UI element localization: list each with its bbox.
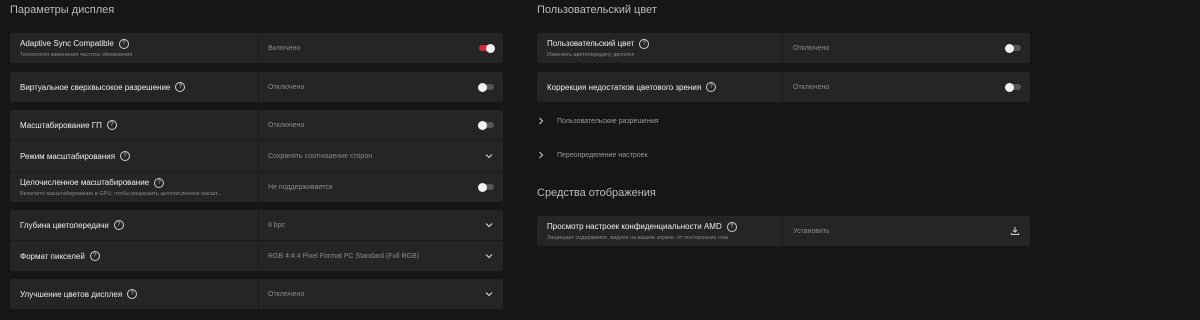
chevron-down-icon[interactable] — [485, 221, 493, 229]
color-depth-label: Глубина цветопередачи — [20, 220, 109, 230]
pixel-format-value: RGB 4:4:4 Pixel Format PC Standard (Full… — [268, 252, 419, 260]
adaptive-sync-card: Adaptive Sync Compatible? Технология изм… — [10, 33, 503, 63]
chevron-right-icon — [539, 117, 544, 125]
adaptive-sync-label-cell: Adaptive Sync Compatible? Технология изм… — [10, 33, 259, 63]
chevron-right-icon — [539, 151, 544, 159]
help-icon[interactable]: ? — [113, 220, 124, 230]
override-settings-link[interactable]: Переопределение настроек — [537, 151, 648, 159]
pixel-format-row[interactable]: Формат пикселей? RGB 4:4:4 Pixel Format … — [10, 241, 503, 271]
custom-color-card: Пользовательский цвет? Изменить цветопер… — [537, 33, 1030, 63]
toggle-knob — [486, 43, 495, 53]
custom-color-sub: Изменить цветопередачу дисплея — [547, 51, 635, 58]
color-correction-value: Отключено — [793, 83, 830, 91]
color-correction-label: Коррекция недостатков цветового зрения — [547, 82, 702, 92]
chevron-down-icon[interactable] — [485, 290, 493, 298]
scaling-mode-row[interactable]: Режим масштабирования? Сохранять соотнош… — [10, 141, 503, 171]
vsr-toggle[interactable] — [478, 82, 494, 92]
integer-scaling-value: Не поддерживается — [268, 183, 333, 191]
chevron-down-icon[interactable] — [485, 152, 493, 160]
privacy-view-label: Просмотр настроек конфиденциальности AMD — [547, 222, 722, 231]
toggle-knob — [478, 120, 487, 130]
help-icon[interactable]: ? — [89, 251, 100, 261]
integer-scaling-toggle[interactable] — [478, 182, 494, 192]
custom-color-section-title: Пользовательский цвет — [537, 4, 657, 16]
download-icon[interactable] — [1010, 226, 1020, 236]
pixel-format-label: Формат пикселей — [20, 251, 85, 261]
integer-scaling-sub: Включите масштабирование в GPU, чтобы ра… — [20, 190, 222, 197]
privacy-view-card: Просмотр настроек конфиденциальности AMD… — [537, 216, 1030, 246]
help-icon[interactable]: ? — [118, 38, 129, 49]
vsr-value: Отключено — [268, 83, 305, 91]
toggle-knob — [478, 82, 487, 92]
help-icon[interactable]: ? — [706, 82, 717, 92]
custom-resolutions-link[interactable]: Пользовательские разрешения — [537, 117, 659, 125]
help-icon[interactable]: ? — [154, 177, 165, 188]
integer-scaling-row: Целочисленное масштабирование? Включите … — [10, 172, 503, 202]
adaptive-sync-label: Adaptive Sync Compatible — [20, 39, 114, 48]
help-icon[interactable]: ? — [175, 82, 186, 92]
custom-color-label: Пользовательский цвет — [547, 39, 635, 48]
help-icon[interactable]: ? — [106, 120, 117, 130]
custom-color-toggle[interactable] — [1005, 43, 1021, 53]
help-icon[interactable]: ? — [127, 289, 138, 299]
color-correction-toggle[interactable] — [1005, 82, 1021, 92]
chevron-down-icon[interactable] — [485, 252, 493, 260]
color-enhance-value: Отключено — [268, 290, 305, 298]
help-icon[interactable]: ? — [639, 38, 650, 49]
scaling-mode-label: Режим масштабирования — [20, 151, 116, 161]
adaptive-sync-sub: Технология изменения частоты обновления — [20, 51, 133, 58]
privacy-view-sub: Защищает содержимое, видное на вашем экр… — [547, 234, 729, 241]
gpu-scaling-row: Масштабирование ГП? Отключено — [10, 110, 503, 140]
install-value[interactable]: Установить — [793, 216, 830, 246]
toggle-knob — [478, 182, 487, 192]
display-section-title: Параметры дисплея — [10, 4, 115, 16]
toggle-knob — [1005, 82, 1014, 92]
color-enhance-label: Улучшение цветов дисплея — [20, 289, 123, 299]
help-icon[interactable]: ? — [726, 221, 737, 232]
color-correction-card: Коррекция недостатков цветового зрения? … — [537, 72, 1030, 102]
color-enhance-card[interactable]: Улучшение цветов дисплея? Отключено — [10, 279, 503, 309]
color-format-card: Глубина цветопередачи? 8 bpc Формат пикс… — [10, 210, 503, 271]
adaptive-sync-value: Включено — [268, 44, 301, 52]
custom-resolutions-label: Пользовательские разрешения — [557, 117, 659, 125]
vsr-label: Виртуальное сверхвысокое разрешение — [20, 82, 171, 92]
gpu-scaling-toggle[interactable] — [478, 120, 494, 130]
integer-scaling-label: Целочисленное масштабирование — [20, 178, 150, 187]
gpu-scaling-label: Масштабирование ГП — [20, 120, 102, 130]
help-icon[interactable]: ? — [120, 151, 131, 161]
scaling-card: Масштабирование ГП? Отключено Режим масш… — [10, 110, 503, 202]
override-settings-label: Переопределение настроек — [557, 151, 648, 159]
display-tools-section-title: Средства отображения — [537, 187, 656, 199]
custom-color-value: Отключено — [793, 44, 830, 52]
gpu-scaling-value: Отключено — [268, 121, 305, 129]
adaptive-sync-toggle[interactable] — [479, 43, 495, 53]
color-depth-row[interactable]: Глубина цветопередачи? 8 bpc — [10, 210, 503, 240]
scaling-mode-value: Сохранять соотношение сторон — [268, 152, 373, 160]
toggle-knob — [1005, 43, 1014, 53]
vsr-card: Виртуальное сверхвысокое разрешение? Отк… — [10, 72, 503, 102]
color-depth-value: 8 bpc — [268, 221, 286, 229]
